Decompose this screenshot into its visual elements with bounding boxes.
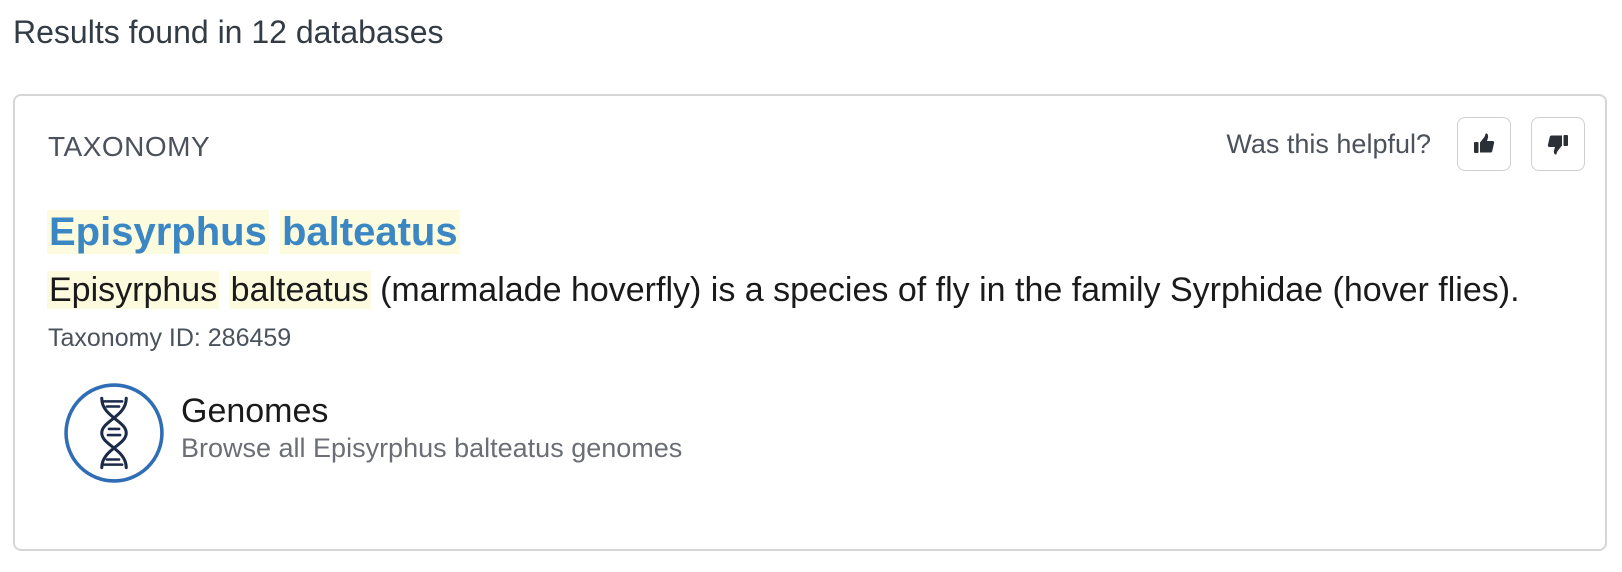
description-text: (marmalade hoverfly) is a species of fly…	[380, 271, 1520, 309]
dna-icon	[64, 383, 164, 483]
thumbs-down-button[interactable]	[1531, 117, 1585, 171]
genomes-text: Genomes Browse all Episyrphus balteatus …	[181, 391, 682, 465]
feedback-widget: Was this helpful?	[1226, 116, 1585, 172]
results-heading: Results found in 12 databases	[13, 14, 444, 50]
thumbs-down-icon	[1547, 135, 1568, 155]
feedback-prompt: Was this helpful?	[1226, 128, 1431, 159]
taxonomy-id: Taxonomy ID: 286459	[48, 324, 292, 352]
genomes-title: Genomes	[181, 392, 329, 430]
description-highlight-word1: Episyrphus	[47, 271, 220, 309]
description-highlight-word2: balteatus	[228, 271, 371, 309]
card-category-label: TAXONOMY	[48, 131, 211, 162]
result-title-link[interactable]: Episyrphus balteatus	[47, 206, 460, 258]
genomes-subtitle: Browse all Episyrphus balteatus genomes	[181, 433, 683, 463]
title-highlight-word1: Episyrphus	[47, 210, 269, 254]
taxonomy-result-card: TAXONOMY Was this helpful? Episyrphus ba…	[13, 94, 1607, 551]
thumbs-up-icon	[1474, 133, 1495, 153]
genomes-link[interactable]: Genomes Browse all Episyrphus balteatus …	[63, 382, 682, 484]
result-description: Episyrphus balteatus (marmalade hoverfly…	[47, 268, 1520, 312]
title-highlight-word2: balteatus	[279, 210, 460, 254]
thumbs-up-button[interactable]	[1457, 117, 1511, 171]
